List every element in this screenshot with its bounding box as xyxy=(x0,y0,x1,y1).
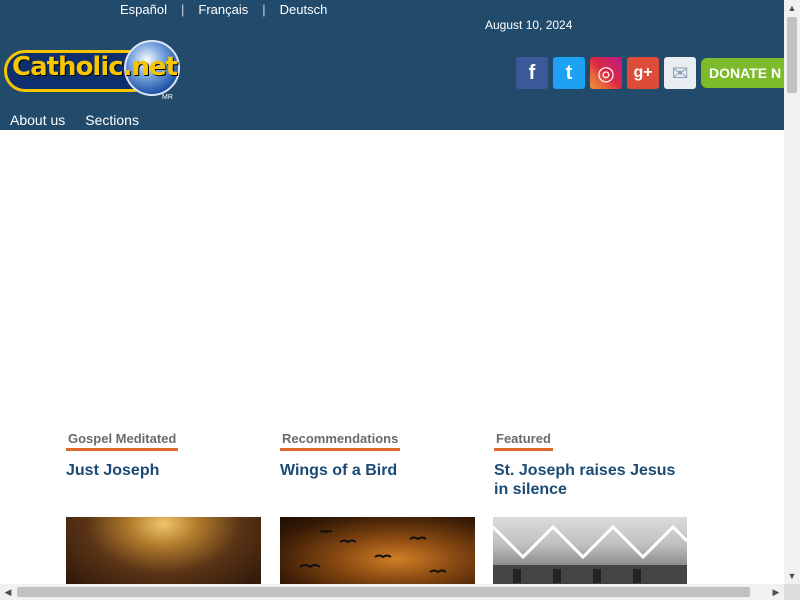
logo-mark: MR xyxy=(162,94,173,101)
card-recommendations: Recommendations Wings of a Bird xyxy=(280,430,476,480)
vertical-scrollbar[interactable]: ▲ ▼ xyxy=(784,0,800,584)
scroll-down-icon[interactable]: ▼ xyxy=(784,568,800,584)
main-nav: About us Sections xyxy=(10,112,139,128)
facebook-icon[interactable]: f xyxy=(516,57,548,89)
current-date: August 10, 2024 xyxy=(485,18,573,32)
card-title[interactable]: Just Joseph xyxy=(66,461,262,480)
mail-icon[interactable]: ✉ xyxy=(664,57,696,89)
card-image-just-joseph[interactable] xyxy=(66,517,261,587)
horizontal-scroll-thumb[interactable] xyxy=(17,587,750,597)
instagram-icon[interactable]: ◎ xyxy=(590,57,622,89)
twitter-icon[interactable]: t xyxy=(553,57,585,89)
scroll-up-icon[interactable]: ▲ xyxy=(784,0,800,16)
vertical-scroll-thumb[interactable] xyxy=(787,17,797,93)
arched-ceiling-illustration xyxy=(493,524,687,587)
logo-text: Catholic.net xyxy=(12,52,178,82)
nav-sections[interactable]: Sections xyxy=(85,112,139,128)
google-plus-icon[interactable]: g+ xyxy=(627,57,659,89)
language-bar: Español | Français | Deutsch xyxy=(120,0,327,18)
card-title[interactable]: St. Joseph raises Jesus in silence xyxy=(494,461,690,499)
language-link-espanol[interactable]: Español xyxy=(120,2,167,17)
nav-about-us[interactable]: About us xyxy=(10,112,65,128)
horizontal-scrollbar[interactable]: ◀ ▶ xyxy=(0,584,784,600)
card-featured: Featured St. Joseph raises Jesus in sile… xyxy=(494,430,690,499)
card-image-st-joseph[interactable] xyxy=(493,517,687,587)
scroll-left-icon[interactable]: ◀ xyxy=(0,584,16,600)
language-link-deutsch[interactable]: Deutsch xyxy=(280,2,328,17)
separator: | xyxy=(262,1,266,17)
scrollbar-corner xyxy=(784,584,800,600)
scroll-right-icon[interactable]: ▶ xyxy=(768,584,784,600)
site-logo[interactable]: Catholic.net MR xyxy=(4,40,180,104)
card-tag[interactable]: Gospel Meditated xyxy=(66,431,179,451)
site-header: Español | Français | Deutsch August 10, … xyxy=(0,0,800,130)
card-gospel-meditated: Gospel Meditated Just Joseph xyxy=(66,430,262,480)
card-image-wings-of-a-bird[interactable] xyxy=(280,517,475,587)
social-links: f t ◎ g+ ✉ xyxy=(516,57,696,89)
card-title[interactable]: Wings of a Bird xyxy=(280,461,476,480)
language-link-francais[interactable]: Français xyxy=(198,2,248,17)
separator: | xyxy=(180,1,185,17)
card-tag[interactable]: Recommendations xyxy=(280,431,401,451)
card-tag[interactable]: Featured xyxy=(494,431,553,451)
birds-illustration xyxy=(299,530,447,574)
